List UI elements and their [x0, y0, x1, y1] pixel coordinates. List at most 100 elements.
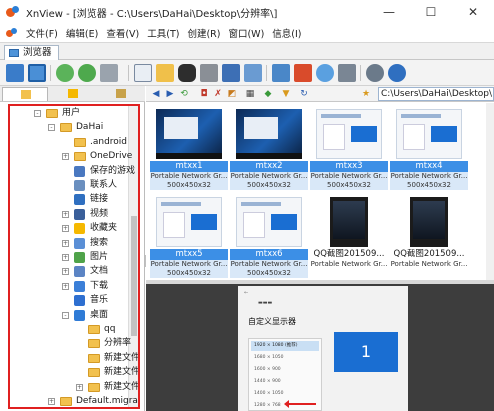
- capture-icon[interactable]: [100, 64, 118, 82]
- up-icon[interactable]: ⟲: [178, 88, 190, 100]
- menu-info[interactable]: 信息(I): [268, 26, 305, 40]
- binoculars-icon[interactable]: [178, 64, 196, 82]
- thumbnail-scrollbar[interactable]: [486, 103, 494, 280]
- tree-node[interactable]: + 新建文件: [10, 380, 138, 394]
- favorite-star-icon[interactable]: ★: [360, 88, 372, 100]
- filter-icon[interactable]: ▼: [280, 88, 292, 100]
- music-icon: [74, 295, 85, 307]
- menu-create[interactable]: 创建(R): [183, 26, 224, 40]
- tree-node-label: 新建文件: [104, 381, 140, 392]
- new-folder-icon[interactable]: ◘: [198, 88, 210, 100]
- tree-node[interactable]: + Default.migrat: [10, 394, 138, 407]
- grid-icon[interactable]: [338, 64, 356, 82]
- move-icon[interactable]: ◩: [226, 88, 238, 100]
- expand-icon[interactable]: +: [76, 383, 83, 391]
- refresh-icon[interactable]: ↻: [298, 88, 310, 100]
- forward-icon[interactable]: ▶: [164, 88, 176, 100]
- expand-icon[interactable]: +: [48, 398, 55, 405]
- thumbnail-filetype: Portable Network Gr...: [230, 172, 308, 181]
- thumbnail-item[interactable]: mtxx5 Portable Network Gr... 500x450x32: [150, 193, 228, 278]
- tree-node[interactable]: + 搜索: [10, 236, 128, 250]
- minimize-button[interactable]: —: [368, 0, 410, 24]
- tree-node[interactable]: - DaHai: [10, 120, 128, 134]
- convert-icon[interactable]: [244, 64, 262, 82]
- thumbnail-filetype: Portable Network Gr...: [150, 172, 228, 181]
- presentation-icon[interactable]: [294, 64, 312, 82]
- sort-icon[interactable]: ◆: [262, 88, 274, 100]
- tree-node[interactable]: 联系人: [10, 178, 128, 192]
- folder-tree[interactable]: - 用户 - DaHai .android + OneDrive 保存的游戏 联系人 链接 + 视频 +…: [8, 104, 140, 409]
- fullscreen-icon[interactable]: [28, 64, 46, 82]
- open-folder-icon[interactable]: [156, 64, 174, 82]
- folder-icon: [88, 382, 100, 392]
- maximize-button[interactable]: ☐: [410, 0, 452, 24]
- expand-icon[interactable]: +: [62, 225, 69, 233]
- expand-icon[interactable]: +: [62, 153, 69, 161]
- refresh-green-icon[interactable]: [56, 64, 74, 82]
- web-icon[interactable]: [316, 64, 334, 82]
- back-icon[interactable]: ◀: [150, 88, 162, 100]
- image-icon: [74, 252, 85, 263]
- browser-icon[interactable]: [6, 64, 24, 82]
- sync-icon[interactable]: [78, 64, 96, 82]
- info-icon[interactable]: [388, 64, 406, 82]
- tree-node[interactable]: + 视频: [10, 207, 128, 221]
- expand-icon[interactable]: +: [62, 268, 69, 276]
- thumbnail-item[interactable]: QQ截图201509... Portable Network Gr...: [310, 193, 388, 277]
- tab-browser[interactable]: 浏览器: [4, 45, 59, 60]
- collapse-icon[interactable]: -: [62, 311, 69, 319]
- document-icon[interactable]: [134, 64, 152, 82]
- tree-scrollbar-thumb[interactable]: [131, 216, 137, 336]
- tree-node[interactable]: - 用户: [10, 106, 128, 120]
- close-button[interactable]: ✕: [452, 0, 494, 24]
- collapse-icon[interactable]: -: [34, 110, 41, 117]
- thumbnail-item[interactable]: mtxx4 Portable Network Gr... 500x450x32: [390, 105, 468, 190]
- slideshow-icon[interactable]: [222, 64, 240, 82]
- tree-node[interactable]: - 桌面: [10, 308, 128, 322]
- tab-favorites[interactable]: [50, 87, 96, 101]
- tab-categories[interactable]: [98, 87, 144, 101]
- tree-node[interactable]: 音乐: [10, 293, 128, 307]
- menu-view[interactable]: 查看(V): [102, 26, 143, 40]
- toolbar-separator: [266, 65, 267, 81]
- expand-icon[interactable]: +: [62, 239, 69, 247]
- expand-icon[interactable]: +: [62, 282, 69, 290]
- thumbnail-item[interactable]: mtxx6 Portable Network Gr... 500x450x32: [230, 193, 308, 278]
- menu-window[interactable]: 窗口(W): [224, 26, 268, 40]
- collapse-icon[interactable]: -: [48, 124, 55, 132]
- category-icon: [116, 89, 126, 98]
- tree-node[interactable]: 分辨率: [10, 336, 131, 350]
- menu-edit[interactable]: 编辑(E): [62, 26, 102, 40]
- screen-icon[interactable]: [272, 64, 290, 82]
- tree-node-label: 用户: [62, 108, 81, 118]
- view-mode-icon[interactable]: ▦: [244, 88, 256, 100]
- menu-logo-icon[interactable]: [6, 27, 18, 39]
- tree-node[interactable]: + 下载: [10, 279, 128, 293]
- tab-folders[interactable]: [2, 87, 48, 101]
- tree-node[interactable]: 新建文件: [10, 365, 138, 379]
- thumbnail-item[interactable]: QQ截图201509... Portable Network Gr...: [390, 193, 468, 277]
- tree-node[interactable]: + 图片: [10, 250, 128, 264]
- print-icon[interactable]: [200, 64, 218, 82]
- tree-node-label: 桌面: [90, 309, 109, 320]
- star-icon: [68, 89, 78, 98]
- menu-file[interactable]: 文件(F): [22, 26, 62, 40]
- tree-node[interactable]: + OneDrive: [10, 149, 132, 163]
- thumbnail-grid[interactable]: mtxx1 Portable Network Gr... 500x450x32 mtx…: [146, 103, 486, 280]
- gear-icon[interactable]: [366, 64, 384, 82]
- menu-tools[interactable]: 工具(T): [143, 26, 183, 40]
- path-input[interactable]: C:\Users\DaHai\Desktop\: [378, 87, 494, 101]
- tree-node[interactable]: 保存的游戏: [10, 164, 135, 178]
- delete-icon[interactable]: ✗: [212, 88, 224, 100]
- tree-node[interactable]: qq: [10, 322, 128, 336]
- tree-node[interactable]: .android: [10, 135, 128, 149]
- thumbnail-item[interactable]: mtxx3 Portable Network Gr... 500x450x32: [310, 105, 388, 190]
- tree-node[interactable]: 链接: [10, 192, 128, 206]
- thumbnail-item[interactable]: mtxx1 Portable Network Gr... 500x450x32: [150, 105, 228, 190]
- tree-node[interactable]: 新建文件: [10, 351, 138, 365]
- expand-icon[interactable]: +: [62, 210, 69, 218]
- thumbnail-item[interactable]: mtxx2 Portable Network Gr... 500x450x32: [230, 105, 308, 190]
- expand-icon[interactable]: +: [62, 254, 69, 261]
- tree-node[interactable]: + 文档: [10, 264, 128, 278]
- tree-node[interactable]: + 收藏夹: [10, 221, 128, 235]
